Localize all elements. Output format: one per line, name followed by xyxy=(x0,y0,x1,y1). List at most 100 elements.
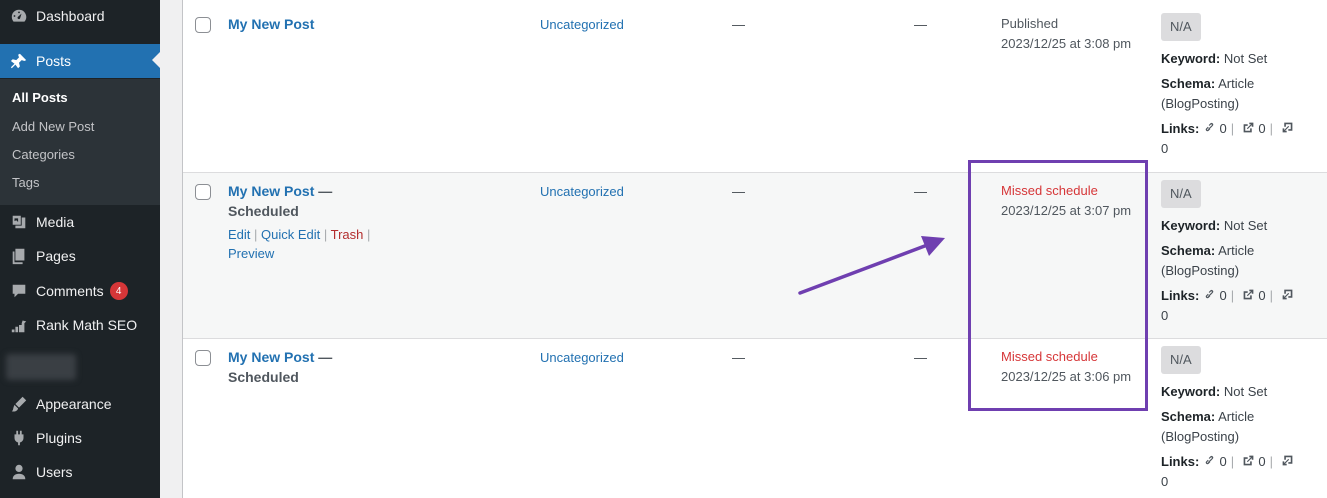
post-category[interactable]: Uncategorized xyxy=(540,350,624,365)
links-external-count: 0 xyxy=(1258,288,1266,303)
incoming-link-icon xyxy=(1281,287,1294,300)
keyword-label: Keyword: xyxy=(1161,218,1221,233)
menu-posts[interactable]: Posts xyxy=(0,44,160,78)
keyword-label: Keyword: xyxy=(1161,51,1221,66)
post-title-link[interactable]: My New Post xyxy=(228,183,314,199)
links-incoming-count: 0 xyxy=(1161,141,1169,156)
edit-link[interactable]: Edit xyxy=(228,227,250,242)
annotation-arrow xyxy=(798,236,945,295)
post-title: My New Post — Scheduled xyxy=(228,181,378,221)
schema-label: Schema: xyxy=(1161,76,1216,91)
preview-link[interactable]: Preview xyxy=(228,246,274,261)
submenu-add-new-post[interactable]: Add New Post xyxy=(12,119,94,134)
table-row: My New Post — Scheduled Edit | Quick Edi… xyxy=(183,172,1327,338)
submenu-tags[interactable]: Tags xyxy=(12,175,39,190)
keyword-value: Not Set xyxy=(1223,218,1268,233)
menu-media[interactable]: Media xyxy=(0,211,160,233)
seo-details: N/A Keyword: Not Set Schema: Article (Bl… xyxy=(1161,13,1321,159)
keyword-label: Keyword: xyxy=(1161,384,1221,399)
links-internal-count: 0 xyxy=(1219,288,1227,303)
links-incoming-count: 0 xyxy=(1161,308,1169,323)
menu-rank-math-seo-label: Rank Math SEO xyxy=(36,317,138,333)
menu-plugins-label: Plugins xyxy=(36,430,82,446)
dashboard-icon xyxy=(9,6,29,26)
quick-edit-link[interactable]: Quick Edit xyxy=(261,227,320,242)
menu-dashboard[interactable]: Dashboard xyxy=(0,4,160,28)
post-title-link[interactable]: My New Post xyxy=(228,349,314,365)
submenu-categories[interactable]: Categories xyxy=(12,147,75,162)
post-title-link[interactable]: My New Post xyxy=(228,16,314,32)
seo-score-badge: N/A xyxy=(1161,180,1201,208)
schema-label: Schema: xyxy=(1161,243,1216,258)
menu-users-label: Users xyxy=(36,464,73,480)
plugins-icon xyxy=(9,428,29,448)
keyword-value: Not Set xyxy=(1223,51,1268,66)
menu-media-label: Media xyxy=(36,214,75,230)
links-internal-count: 0 xyxy=(1219,454,1227,469)
trash-link[interactable]: Trash xyxy=(331,227,364,242)
comments-icon xyxy=(9,281,29,301)
menu-comments[interactable]: Comments 4 xyxy=(0,280,160,302)
links-label: Links: xyxy=(1161,288,1200,303)
links-external-count: 0 xyxy=(1258,454,1266,469)
rankmath-icon xyxy=(9,315,29,335)
users-icon xyxy=(9,462,29,482)
post-comments: — xyxy=(914,184,927,199)
seo-details: N/A Keyword: Not Set Schema: Article (Bl… xyxy=(1161,180,1321,326)
external-link-icon xyxy=(1242,287,1255,300)
post-tags: — xyxy=(732,17,745,32)
external-link-icon xyxy=(1242,453,1255,466)
menu-rank-math-seo[interactable]: Rank Math SEO xyxy=(0,314,160,336)
table-row: My New Post — Scheduled Uncategorized — … xyxy=(183,338,1327,498)
links-internal-count: 0 xyxy=(1219,121,1227,136)
comments-count-badge: 4 xyxy=(109,282,128,300)
links-incoming-count: 0 xyxy=(1161,474,1169,489)
post-status: Published xyxy=(1001,16,1059,31)
links-label: Links: xyxy=(1161,121,1200,136)
active-menu-arrow xyxy=(152,52,160,68)
menu-appearance-label: Appearance xyxy=(36,396,112,412)
post-datetime: 2023/12/25 at 3:08 pm xyxy=(1001,36,1132,51)
row-checkbox[interactable] xyxy=(195,184,211,200)
links-external-count: 0 xyxy=(1258,121,1266,136)
post-comments: — xyxy=(914,350,927,365)
pages-icon xyxy=(9,246,29,266)
menu-appearance[interactable]: Appearance xyxy=(0,393,160,415)
post-tags: — xyxy=(732,184,745,199)
external-link-icon xyxy=(1242,120,1255,133)
post-title: My New Post xyxy=(228,14,378,34)
posts-submenu: All Posts Add New Post Categories Tags xyxy=(0,79,160,205)
row-checkbox[interactable] xyxy=(195,17,211,33)
seo-details: N/A Keyword: Not Set Schema: Article (Bl… xyxy=(1161,346,1321,492)
menu-users[interactable]: Users xyxy=(0,461,160,483)
links-label: Links: xyxy=(1161,454,1200,469)
menu-pages-label: Pages xyxy=(36,248,76,264)
submenu-all-posts[interactable]: All Posts xyxy=(12,90,68,105)
appearance-icon xyxy=(9,394,29,414)
link-icon xyxy=(1203,287,1216,300)
schema-label: Schema: xyxy=(1161,409,1216,424)
link-icon xyxy=(1203,120,1216,133)
incoming-link-icon xyxy=(1281,120,1294,133)
row-actions: Edit | Quick Edit | Trash | Preview xyxy=(228,227,371,261)
annotation-highlight-box xyxy=(968,160,1148,411)
menu-posts-label: Posts xyxy=(36,53,72,69)
seo-score-badge: N/A xyxy=(1161,346,1201,374)
post-category[interactable]: Uncategorized xyxy=(540,184,624,199)
admin-sidebar: Dashboard Posts All Posts Add New Post C… xyxy=(0,0,160,498)
row-checkbox[interactable] xyxy=(195,350,211,366)
table-row: My New Post Uncategorized — — Published … xyxy=(183,0,1327,172)
keyword-value: Not Set xyxy=(1223,384,1268,399)
post-date: Published 2023/12/25 at 3:08 pm xyxy=(1001,14,1151,54)
post-title: My New Post — Scheduled xyxy=(228,347,378,387)
post-category[interactable]: Uncategorized xyxy=(540,17,624,32)
media-icon xyxy=(9,212,29,232)
menu-dashboard-label: Dashboard xyxy=(36,8,105,24)
link-icon xyxy=(1203,453,1216,466)
pin-icon xyxy=(9,51,29,71)
menu-pages[interactable]: Pages xyxy=(0,245,160,267)
menu-plugins[interactable]: Plugins xyxy=(0,427,160,449)
menu-comments-label: Comments xyxy=(36,283,104,299)
incoming-link-icon xyxy=(1281,453,1294,466)
post-comments: — xyxy=(914,17,927,32)
